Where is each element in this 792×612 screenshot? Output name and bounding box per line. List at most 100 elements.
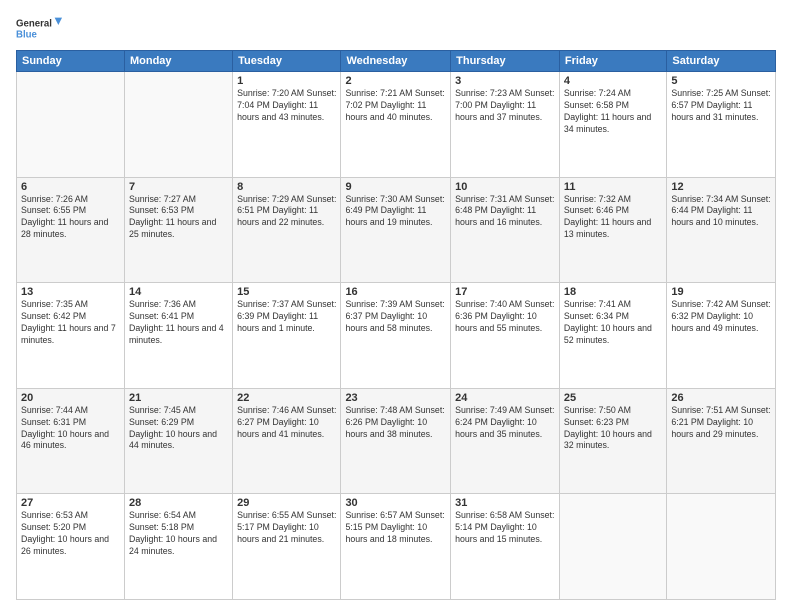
- day-number: 23: [345, 392, 446, 404]
- day-number: 6: [21, 181, 120, 193]
- weekday-header-saturday: Saturday: [667, 51, 776, 72]
- day-number: 31: [455, 497, 555, 509]
- calendar-cell: [17, 72, 125, 178]
- calendar-cell: 24Sunrise: 7:49 AM Sunset: 6:24 PM Dayli…: [451, 388, 560, 494]
- day-info: Sunrise: 7:51 AM Sunset: 6:21 PM Dayligh…: [671, 405, 771, 441]
- day-info: Sunrise: 7:26 AM Sunset: 6:55 PM Dayligh…: [21, 194, 120, 242]
- day-info: Sunrise: 7:50 AM Sunset: 6:23 PM Dayligh…: [564, 405, 662, 453]
- day-info: Sunrise: 7:32 AM Sunset: 6:46 PM Dayligh…: [564, 194, 662, 242]
- calendar-cell: 6Sunrise: 7:26 AM Sunset: 6:55 PM Daylig…: [17, 177, 125, 283]
- calendar-cell: 27Sunrise: 6:53 AM Sunset: 5:20 PM Dayli…: [17, 494, 125, 600]
- weekday-header-wednesday: Wednesday: [341, 51, 451, 72]
- day-info: Sunrise: 7:29 AM Sunset: 6:51 PM Dayligh…: [237, 194, 336, 230]
- day-number: 8: [237, 181, 336, 193]
- calendar-cell: 28Sunrise: 6:54 AM Sunset: 5:18 PM Dayli…: [124, 494, 232, 600]
- calendar-cell: [667, 494, 776, 600]
- day-info: Sunrise: 6:53 AM Sunset: 5:20 PM Dayligh…: [21, 510, 120, 558]
- day-number: 24: [455, 392, 555, 404]
- day-number: 16: [345, 286, 446, 298]
- svg-text:General: General: [16, 19, 52, 30]
- day-number: 11: [564, 181, 662, 193]
- day-info: Sunrise: 7:42 AM Sunset: 6:32 PM Dayligh…: [671, 299, 771, 335]
- calendar-cell: 30Sunrise: 6:57 AM Sunset: 5:15 PM Dayli…: [341, 494, 451, 600]
- day-number: 10: [455, 181, 555, 193]
- day-number: 26: [671, 392, 771, 404]
- logo: GeneralBlue: [16, 12, 68, 44]
- calendar-cell: 1Sunrise: 7:20 AM Sunset: 7:04 PM Daylig…: [233, 72, 341, 178]
- calendar-cell: 3Sunrise: 7:23 AM Sunset: 7:00 PM Daylig…: [451, 72, 560, 178]
- calendar-cell: 18Sunrise: 7:41 AM Sunset: 6:34 PM Dayli…: [559, 283, 666, 389]
- header: GeneralBlue: [16, 12, 776, 44]
- calendar-cell: 5Sunrise: 7:25 AM Sunset: 6:57 PM Daylig…: [667, 72, 776, 178]
- day-info: Sunrise: 7:46 AM Sunset: 6:27 PM Dayligh…: [237, 405, 336, 441]
- day-info: Sunrise: 7:31 AM Sunset: 6:48 PM Dayligh…: [455, 194, 555, 230]
- calendar-cell: [559, 494, 666, 600]
- day-number: 19: [671, 286, 771, 298]
- day-number: 7: [129, 181, 228, 193]
- calendar-cell: 14Sunrise: 7:36 AM Sunset: 6:41 PM Dayli…: [124, 283, 232, 389]
- calendar-cell: 19Sunrise: 7:42 AM Sunset: 6:32 PM Dayli…: [667, 283, 776, 389]
- calendar-cell: 9Sunrise: 7:30 AM Sunset: 6:49 PM Daylig…: [341, 177, 451, 283]
- day-info: Sunrise: 7:49 AM Sunset: 6:24 PM Dayligh…: [455, 405, 555, 441]
- day-number: 27: [21, 497, 120, 509]
- day-info: Sunrise: 6:57 AM Sunset: 5:15 PM Dayligh…: [345, 510, 446, 546]
- day-number: 20: [21, 392, 120, 404]
- week-row-2: 13Sunrise: 7:35 AM Sunset: 6:42 PM Dayli…: [17, 283, 776, 389]
- day-info: Sunrise: 7:36 AM Sunset: 6:41 PM Dayligh…: [129, 299, 228, 347]
- calendar-cell: 23Sunrise: 7:48 AM Sunset: 6:26 PM Dayli…: [341, 388, 451, 494]
- calendar-cell: 2Sunrise: 7:21 AM Sunset: 7:02 PM Daylig…: [341, 72, 451, 178]
- day-number: 13: [21, 286, 120, 298]
- calendar-cell: 8Sunrise: 7:29 AM Sunset: 6:51 PM Daylig…: [233, 177, 341, 283]
- day-number: 5: [671, 75, 771, 87]
- calendar-cell: 7Sunrise: 7:27 AM Sunset: 6:53 PM Daylig…: [124, 177, 232, 283]
- calendar-cell: 20Sunrise: 7:44 AM Sunset: 6:31 PM Dayli…: [17, 388, 125, 494]
- day-info: Sunrise: 7:35 AM Sunset: 6:42 PM Dayligh…: [21, 299, 120, 347]
- day-number: 29: [237, 497, 336, 509]
- calendar-cell: 22Sunrise: 7:46 AM Sunset: 6:27 PM Dayli…: [233, 388, 341, 494]
- day-info: Sunrise: 7:41 AM Sunset: 6:34 PM Dayligh…: [564, 299, 662, 347]
- day-number: 30: [345, 497, 446, 509]
- day-info: Sunrise: 7:24 AM Sunset: 6:58 PM Dayligh…: [564, 88, 662, 136]
- day-number: 12: [671, 181, 771, 193]
- calendar-cell: 11Sunrise: 7:32 AM Sunset: 6:46 PM Dayli…: [559, 177, 666, 283]
- day-info: Sunrise: 7:21 AM Sunset: 7:02 PM Dayligh…: [345, 88, 446, 124]
- weekday-header-friday: Friday: [559, 51, 666, 72]
- calendar-cell: 4Sunrise: 7:24 AM Sunset: 6:58 PM Daylig…: [559, 72, 666, 178]
- day-number: 18: [564, 286, 662, 298]
- day-number: 21: [129, 392, 228, 404]
- week-row-4: 27Sunrise: 6:53 AM Sunset: 5:20 PM Dayli…: [17, 494, 776, 600]
- day-number: 2: [345, 75, 446, 87]
- day-number: 4: [564, 75, 662, 87]
- day-info: Sunrise: 7:37 AM Sunset: 6:39 PM Dayligh…: [237, 299, 336, 335]
- calendar-cell: 17Sunrise: 7:40 AM Sunset: 6:36 PM Dayli…: [451, 283, 560, 389]
- day-info: Sunrise: 6:54 AM Sunset: 5:18 PM Dayligh…: [129, 510, 228, 558]
- day-info: Sunrise: 7:39 AM Sunset: 6:37 PM Dayligh…: [345, 299, 446, 335]
- day-number: 25: [564, 392, 662, 404]
- calendar-cell: 26Sunrise: 7:51 AM Sunset: 6:21 PM Dayli…: [667, 388, 776, 494]
- day-info: Sunrise: 6:55 AM Sunset: 5:17 PM Dayligh…: [237, 510, 336, 546]
- day-info: Sunrise: 6:58 AM Sunset: 5:14 PM Dayligh…: [455, 510, 555, 546]
- day-number: 17: [455, 286, 555, 298]
- weekday-header-tuesday: Tuesday: [233, 51, 341, 72]
- calendar-cell: 29Sunrise: 6:55 AM Sunset: 5:17 PM Dayli…: [233, 494, 341, 600]
- day-number: 14: [129, 286, 228, 298]
- weekday-header-thursday: Thursday: [451, 51, 560, 72]
- day-info: Sunrise: 7:44 AM Sunset: 6:31 PM Dayligh…: [21, 405, 120, 453]
- weekday-header-sunday: Sunday: [17, 51, 125, 72]
- day-info: Sunrise: 7:34 AM Sunset: 6:44 PM Dayligh…: [671, 194, 771, 230]
- week-row-3: 20Sunrise: 7:44 AM Sunset: 6:31 PM Dayli…: [17, 388, 776, 494]
- logo-icon: GeneralBlue: [16, 12, 68, 44]
- calendar-cell: 13Sunrise: 7:35 AM Sunset: 6:42 PM Dayli…: [17, 283, 125, 389]
- week-row-1: 6Sunrise: 7:26 AM Sunset: 6:55 PM Daylig…: [17, 177, 776, 283]
- day-info: Sunrise: 7:30 AM Sunset: 6:49 PM Dayligh…: [345, 194, 446, 230]
- calendar-cell: 31Sunrise: 6:58 AM Sunset: 5:14 PM Dayli…: [451, 494, 560, 600]
- calendar-cell: 16Sunrise: 7:39 AM Sunset: 6:37 PM Dayli…: [341, 283, 451, 389]
- calendar-cell: 25Sunrise: 7:50 AM Sunset: 6:23 PM Dayli…: [559, 388, 666, 494]
- day-info: Sunrise: 7:48 AM Sunset: 6:26 PM Dayligh…: [345, 405, 446, 441]
- day-number: 15: [237, 286, 336, 298]
- day-info: Sunrise: 7:45 AM Sunset: 6:29 PM Dayligh…: [129, 405, 228, 453]
- calendar-table: SundayMondayTuesdayWednesdayThursdayFrid…: [16, 50, 776, 600]
- day-info: Sunrise: 7:20 AM Sunset: 7:04 PM Dayligh…: [237, 88, 336, 124]
- calendar-cell: 12Sunrise: 7:34 AM Sunset: 6:44 PM Dayli…: [667, 177, 776, 283]
- day-number: 1: [237, 75, 336, 87]
